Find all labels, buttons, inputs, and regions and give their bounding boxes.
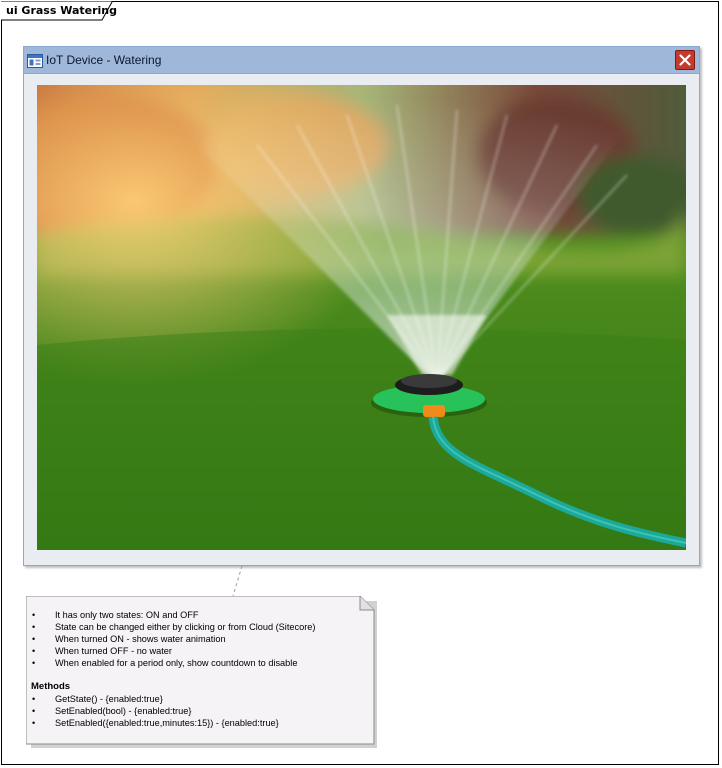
bullet-item: • When turned OFF - no water <box>32 646 172 656</box>
close-button[interactable] <box>675 50 695 70</box>
frame-tab: ui Grass Watering <box>1 0 117 21</box>
window-titlebar[interactable]: IoT Device - Watering <box>24 47 699 74</box>
window-icon <box>27 53 43 68</box>
window-title: IoT Device - Watering <box>46 53 162 67</box>
bullet-item: • When enabled for a period only, show co… <box>32 658 298 668</box>
method-item: • GetState() - {enabled:true} <box>32 694 163 704</box>
sprinkler-photo[interactable] <box>37 85 686 550</box>
methods-heading: Methods <box>31 681 71 692</box>
close-icon <box>679 54 691 66</box>
method-item: • SetEnabled({enabled:true,minutes:15}) -… <box>32 718 279 728</box>
sprinkler-illustration <box>37 85 686 550</box>
bullet-item: • When turned ON - shows water animation <box>32 634 226 644</box>
bullet-item: • State can be changed either by clicking… <box>32 622 316 632</box>
frame-title: ui Grass Watering <box>6 4 118 17</box>
methods-list: • GetState() - {enabled:true} • SetEnabled… <box>26 693 366 729</box>
requirements-note: • It has only two states: ON and OFF • Sta… <box>26 596 377 748</box>
iot-device-window[interactable]: IoT Device - Watering <box>23 46 700 566</box>
method-item: • SetEnabled(bool) - {enabled:true} <box>32 706 192 716</box>
bullet-item: • It has only two states: ON and OFF <box>32 610 199 620</box>
state-bullet-list: • It has only two states: ON and OFF • Sta… <box>26 609 366 669</box>
